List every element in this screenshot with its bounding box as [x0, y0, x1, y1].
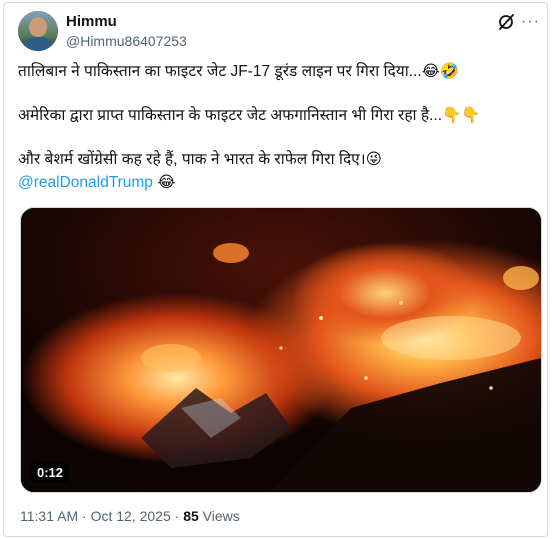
display-name[interactable]: Himmu [66, 13, 117, 30]
tweet-meta: 11:31 AM · Oct 12, 2025 · 85 Views [20, 508, 240, 524]
tweet-line-4: @realDonaldTrump 😂 [18, 172, 175, 194]
mention-link[interactable]: @realDonaldTrump [18, 174, 153, 191]
tweet-time[interactable]: 11:31 AM [20, 508, 78, 524]
tweet-line-3: और बेशर्म खोंग्रेसी कह रहे हैं, पाक ने भ… [18, 151, 382, 168]
avatar[interactable] [18, 11, 58, 51]
tweet-line-1: तालिबान ने पाकिस्तान का फाइटर जेट JF-17 … [18, 63, 460, 80]
user-handle[interactable]: @Himmu86407253 [66, 33, 187, 49]
more-icon[interactable]: ··· [521, 13, 541, 31]
avatar-shirt [22, 37, 54, 51]
views-label: Views [198, 508, 240, 524]
tweet-card[interactable]: Himmu @Himmu86407253 ··· तालिबान ने पाकि… [3, 2, 548, 537]
meta-separator: · [78, 508, 91, 524]
meta-separator-2: · [170, 508, 184, 524]
video-duration: 0:12 [31, 463, 70, 482]
grok-icon[interactable] [497, 13, 515, 31]
tweet-line-2: अमेरिका द्वारा प्राप्त पाकिस्तान के फाइट… [18, 107, 481, 124]
tweet-date[interactable]: Oct 12, 2025 [91, 508, 171, 524]
views-count: 85 [183, 508, 199, 524]
video-frame [21, 208, 541, 492]
video-player[interactable]: 0:12 [20, 207, 542, 493]
mention-suffix: 😂 [152, 174, 176, 191]
avatar-face [29, 17, 47, 37]
